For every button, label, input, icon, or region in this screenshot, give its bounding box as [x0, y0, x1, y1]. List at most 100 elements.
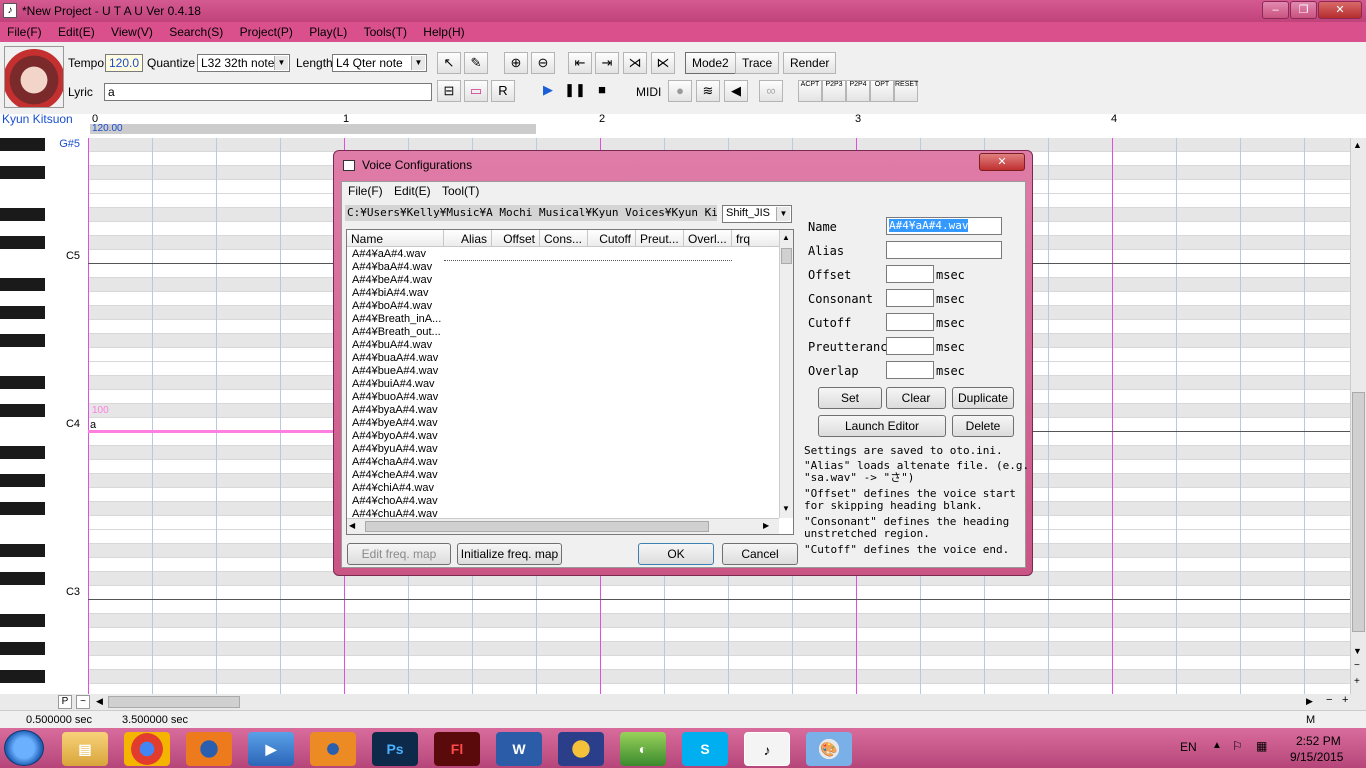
grid-row[interactable]: [88, 600, 1350, 614]
list-vscroll[interactable]: ▲ ▼: [779, 230, 793, 518]
flash-icon[interactable]: Fl: [434, 732, 480, 766]
scroll-up-icon[interactable]: ▲: [1353, 140, 1362, 150]
firefox-icon[interactable]: [186, 732, 232, 766]
grid-row[interactable]: [88, 656, 1350, 670]
black-key[interactable]: [0, 544, 45, 557]
file-row[interactable]: A#4¥buA#4.wav: [352, 339, 432, 352]
pointer-tool-icon[interactable]: ↖: [437, 52, 461, 74]
stop-icon[interactable]: ■: [590, 80, 614, 102]
scroll-up-icon[interactable]: ▲: [782, 233, 790, 242]
edit-freq-map-button[interactable]: Edit freq. map: [347, 543, 451, 565]
close-button[interactable]: ✕: [1318, 1, 1362, 19]
black-key[interactable]: [0, 670, 45, 683]
pencil-tool-icon[interactable]: ✎: [464, 52, 488, 74]
file-row[interactable]: A#4¥Breath_out...: [352, 326, 441, 339]
grid-row[interactable]: [88, 586, 1350, 600]
offset-field[interactable]: [886, 265, 934, 283]
column-header-consonant[interactable]: Cons...: [540, 230, 588, 247]
oto-file-list[interactable]: Name Alias Offset Cons... Cutoff Preut..…: [346, 229, 794, 535]
lyric-input[interactable]: a: [104, 83, 432, 101]
black-key[interactable]: [0, 502, 45, 515]
black-key[interactable]: [0, 446, 45, 459]
media-player-icon[interactable]: ▶: [248, 732, 294, 766]
speaker-icon[interactable]: ◀: [724, 80, 748, 102]
tempo-track[interactable]: [90, 124, 536, 134]
alias-field[interactable]: [886, 241, 1002, 259]
file-row[interactable]: A#4¥beA#4.wav: [352, 274, 432, 287]
audio-app-icon[interactable]: ◐: [620, 732, 666, 766]
name-field[interactable]: A#4¥aA#4.wav: [886, 217, 1002, 235]
dialog-menu-edit[interactable]: Edit(E): [394, 184, 431, 198]
black-key[interactable]: [0, 642, 45, 655]
column-header-offset[interactable]: Offset: [492, 230, 540, 247]
zoom-in-icon[interactable]: ⊕: [504, 52, 528, 74]
voicebank-name[interactable]: Kyun Kitsuon: [2, 112, 73, 126]
black-key[interactable]: [0, 208, 45, 221]
render-button[interactable]: Render: [783, 52, 837, 74]
grid-row[interactable]: [88, 614, 1350, 628]
blender-icon[interactable]: [310, 732, 356, 766]
zoom-plus-icon[interactable]: +: [1354, 676, 1360, 687]
encoding-select[interactable]: Shift_JIS ▼: [722, 205, 792, 223]
cutoff-field[interactable]: [886, 313, 934, 331]
acpt-plugin-icon[interactable]: ACPT: [798, 80, 822, 102]
scroll-right-icon[interactable]: ▶: [1306, 696, 1313, 707]
go-end-icon[interactable]: ⇥: [595, 52, 619, 74]
clock-date[interactable]: 9/15/2015: [1290, 750, 1343, 764]
reset-plugin-icon[interactable]: RESET: [894, 80, 918, 102]
menu-help[interactable]: Help(H): [416, 22, 470, 39]
clock-time[interactable]: 2:52 PM: [1296, 734, 1341, 748]
black-key[interactable]: [0, 334, 45, 347]
black-key[interactable]: [0, 236, 45, 249]
file-row[interactable]: A#4¥boA#4.wav: [352, 300, 432, 313]
p2p3-plugin-icon[interactable]: P2P3: [822, 80, 846, 102]
word-icon[interactable]: W: [496, 732, 542, 766]
network-icon[interactable]: ▦: [1256, 739, 1267, 753]
action-center-icon[interactable]: ⚐: [1232, 739, 1243, 753]
duplicate-button[interactable]: Duplicate: [952, 387, 1014, 409]
black-key[interactable]: [0, 614, 45, 627]
chrome-icon[interactable]: [124, 732, 170, 766]
grid-row[interactable]: [88, 642, 1350, 656]
hzoom-plus-icon[interactable]: +: [1342, 694, 1348, 706]
minimize-button[interactable]: ‒: [1262, 1, 1289, 19]
vertical-scrollbar[interactable]: ▲ ▼ − +: [1350, 138, 1366, 694]
midi-label[interactable]: MIDI: [636, 85, 661, 99]
tempo-marker[interactable]: 120.00: [92, 123, 123, 134]
black-key[interactable]: [0, 166, 45, 179]
set-button[interactable]: Set: [818, 387, 882, 409]
column-header-cutoff[interactable]: Cutoff: [588, 230, 636, 247]
tempo-input[interactable]: 120.0: [105, 54, 143, 72]
go-start-icon[interactable]: ⇤: [568, 52, 592, 74]
preutterance-field[interactable]: [886, 337, 934, 355]
hscroll-thumb[interactable]: [108, 696, 240, 708]
loop-icon[interactable]: ≋: [696, 80, 720, 102]
audacity-icon[interactable]: [558, 732, 604, 766]
list-vscroll-thumb[interactable]: [781, 248, 792, 264]
overlap-field[interactable]: [886, 361, 934, 379]
p2p4-plugin-icon[interactable]: P2P4: [846, 80, 870, 102]
menu-view[interactable]: View(V): [104, 22, 159, 39]
zoom-out-icon[interactable]: ⊖: [531, 52, 555, 74]
mode2-button[interactable]: Mode2: [685, 52, 736, 74]
file-row[interactable]: A#4¥chiA#4.wav: [352, 482, 434, 495]
file-row[interactable]: A#4¥bueA#4.wav: [352, 365, 438, 378]
piano-keyboard[interactable]: G#5 C5 C4 C3: [0, 138, 88, 694]
insert-rest-icon[interactable]: ▭: [464, 80, 488, 102]
voicebank-avatar[interactable]: [4, 46, 64, 108]
language-indicator[interactable]: EN: [1180, 740, 1197, 754]
file-row[interactable]: A#4¥byoA#4.wav: [352, 430, 438, 443]
cancel-button[interactable]: Cancel: [722, 543, 798, 565]
scroll-right-icon[interactable]: ▶: [763, 521, 769, 530]
list-hscroll[interactable]: ◀ ▶: [347, 518, 779, 534]
maximize-button[interactable]: ❐: [1290, 1, 1317, 19]
list-hscroll-thumb[interactable]: [365, 521, 709, 532]
link-icon[interactable]: ∞: [759, 80, 783, 102]
file-row[interactable]: A#4¥byuA#4.wav: [352, 443, 438, 456]
file-row[interactable]: A#4¥buaA#4.wav: [352, 352, 438, 365]
file-row[interactable]: A#4¥biA#4.wav: [352, 287, 428, 300]
play-icon[interactable]: ▶: [536, 80, 560, 102]
file-row[interactable]: A#4¥byaA#4.wav: [352, 404, 438, 417]
file-row[interactable]: A#4¥buiA#4.wav: [352, 378, 435, 391]
black-key[interactable]: [0, 138, 45, 151]
